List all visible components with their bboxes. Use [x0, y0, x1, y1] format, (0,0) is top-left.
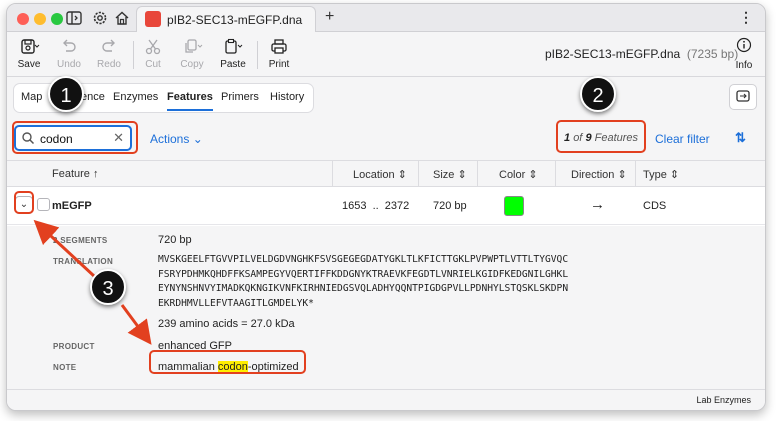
redo-icon	[91, 37, 127, 57]
tab-primers[interactable]: Primers	[221, 91, 259, 103]
document-title: pIB2-SEC13-mEGFP.dna (7235 bp)	[545, 47, 738, 61]
callout-box-note	[149, 350, 306, 374]
snapgene-logo-icon	[145, 11, 161, 27]
header-color[interactable]: Color ⇕	[499, 168, 538, 181]
feature-detail-panel: 2 SEGMENTS 720 bp TRANSLATION MVSKGEELFT…	[7, 226, 765, 384]
product-label: PRODUCT	[53, 342, 95, 351]
feature-color-swatch[interactable]	[504, 196, 524, 216]
close-window-button[interactable]	[17, 13, 29, 25]
document-name: pIB2-SEC13-mEGFP.dna	[545, 47, 681, 61]
column-divider	[555, 161, 556, 188]
header-direction[interactable]: Direction ⇕	[571, 168, 627, 181]
callout-badge-3: 3	[90, 269, 126, 305]
note-label: NOTE	[53, 363, 77, 372]
info-icon	[736, 37, 752, 57]
header-type[interactable]: Type ⇕	[643, 168, 679, 181]
sort-order-icon[interactable]: ⇅	[735, 130, 746, 146]
header-feature[interactable]: Feature ↑	[52, 168, 98, 180]
copy-icon	[174, 37, 210, 57]
save-button[interactable]: Save	[11, 37, 47, 70]
header-location[interactable]: Location ⇕	[353, 168, 407, 181]
callout-badge-1: 1	[48, 76, 84, 112]
callout-box-count	[556, 120, 646, 153]
translation-summary: 239 amino acids = 27.0 kDa	[158, 318, 295, 330]
copy-button[interactable]: Copy	[174, 37, 210, 70]
zoom-window-button[interactable]	[51, 13, 63, 25]
chevron-down-icon: ⌄	[192, 132, 203, 146]
column-divider	[477, 161, 478, 188]
callout-box-expand	[14, 191, 34, 214]
callout-box-search	[12, 121, 138, 154]
minimize-window-button[interactable]	[34, 13, 46, 25]
translation-sequence[interactable]: MVSKGEELFTGVVPILVELDGDVNGHKFSVSGEGEGDATY…	[158, 253, 568, 311]
new-tab-button[interactable]: +	[325, 8, 334, 26]
tab-enzymes[interactable]: Enzymes	[113, 91, 158, 103]
printer-icon	[261, 37, 297, 57]
redo-button[interactable]: Redo	[91, 37, 127, 70]
callout-badge-2: 2	[580, 76, 616, 112]
translation-line: FSRYPDHMKQHDFFKSAMPEGYVQERTIFFKDDGNYKTRA…	[158, 268, 569, 280]
cut-button[interactable]: Cut	[135, 37, 171, 70]
row-checkbox[interactable]	[37, 198, 50, 211]
status-bar: Lab Enzymes	[7, 389, 765, 410]
tab-features[interactable]: Features	[167, 91, 213, 111]
tab-map[interactable]: Map	[21, 91, 42, 103]
actions-menu[interactable]: Actions ⌄	[150, 132, 203, 146]
enzyme-set-label[interactable]: Lab Enzymes	[696, 395, 751, 405]
toolbar-divider	[257, 41, 258, 69]
panel-toggle-button[interactable]	[729, 84, 757, 110]
tab-sequence[interactable]: ence	[81, 91, 105, 103]
toolbar: Save Undo Redo Cut Copy Paste Print pIB2…	[7, 33, 765, 77]
clear-filter-button[interactable]: Clear filter	[655, 132, 710, 146]
feature-direction-arrow: →	[590, 196, 605, 213]
app-window: pIB2-SEC13-mEGFP.dna + ⋮ Save Undo Redo …	[6, 3, 766, 411]
table-row[interactable]: ⌄ mEGFP 1653 .. 2372 720 bp → CDS	[7, 187, 765, 225]
translation-label: TRANSLATION	[53, 257, 114, 266]
feature-size: 720 bp	[433, 200, 467, 212]
info-button[interactable]: Info	[729, 37, 759, 71]
scissors-icon	[135, 37, 171, 57]
home-icon[interactable]	[113, 9, 131, 27]
feature-type: CDS	[643, 200, 667, 212]
column-divider	[635, 161, 636, 188]
save-icon	[11, 37, 47, 57]
paste-icon	[215, 37, 251, 57]
column-divider	[418, 161, 419, 188]
segments-value: 720 bp	[158, 234, 192, 246]
features-table: Feature ↑ Location ⇕ Size ⇕ Color ⇕ Dire…	[7, 160, 765, 384]
toolbar-divider	[133, 41, 134, 69]
actions-label: Actions	[150, 132, 190, 146]
table-header: Feature ↑ Location ⇕ Size ⇕ Color ⇕ Dire…	[7, 160, 765, 188]
segments-label: 2 SEGMENTS	[53, 236, 108, 245]
feature-name: mEGFP	[52, 200, 92, 212]
undo-icon	[51, 37, 87, 57]
translation-line: EKRDHMVLLEFVTAAGITLGMDELYK*	[158, 297, 314, 309]
header-size[interactable]: Size ⇕	[433, 168, 467, 181]
undo-button[interactable]: Undo	[51, 37, 87, 70]
more-options-icon[interactable]: ⋮	[739, 9, 753, 26]
sidebar-toggle-icon[interactable]	[65, 9, 83, 27]
title-bar: pIB2-SEC13-mEGFP.dna + ⋮	[7, 4, 765, 32]
document-tab-title: pIB2-SEC13-mEGFP.dna	[167, 13, 303, 27]
document-tab[interactable]: pIB2-SEC13-mEGFP.dna	[136, 6, 316, 32]
translation-line: MVSKGEELFTGVVPILVELDGDVNGHKFSVSGEGEGDATY…	[158, 254, 569, 265]
feature-location: 1653 .. 2372	[342, 200, 410, 212]
gear-icon[interactable]	[91, 9, 109, 27]
tab-history[interactable]: History	[270, 91, 304, 103]
translation-line: EYNYNSHNVYIMADKQKNGIKVNFKIRHNIEDGSVQLADH…	[158, 283, 569, 294]
paste-button[interactable]: Paste	[215, 37, 251, 70]
column-divider	[332, 161, 333, 188]
panel-toggle-icon	[735, 90, 751, 111]
print-button[interactable]: Print	[261, 37, 297, 70]
